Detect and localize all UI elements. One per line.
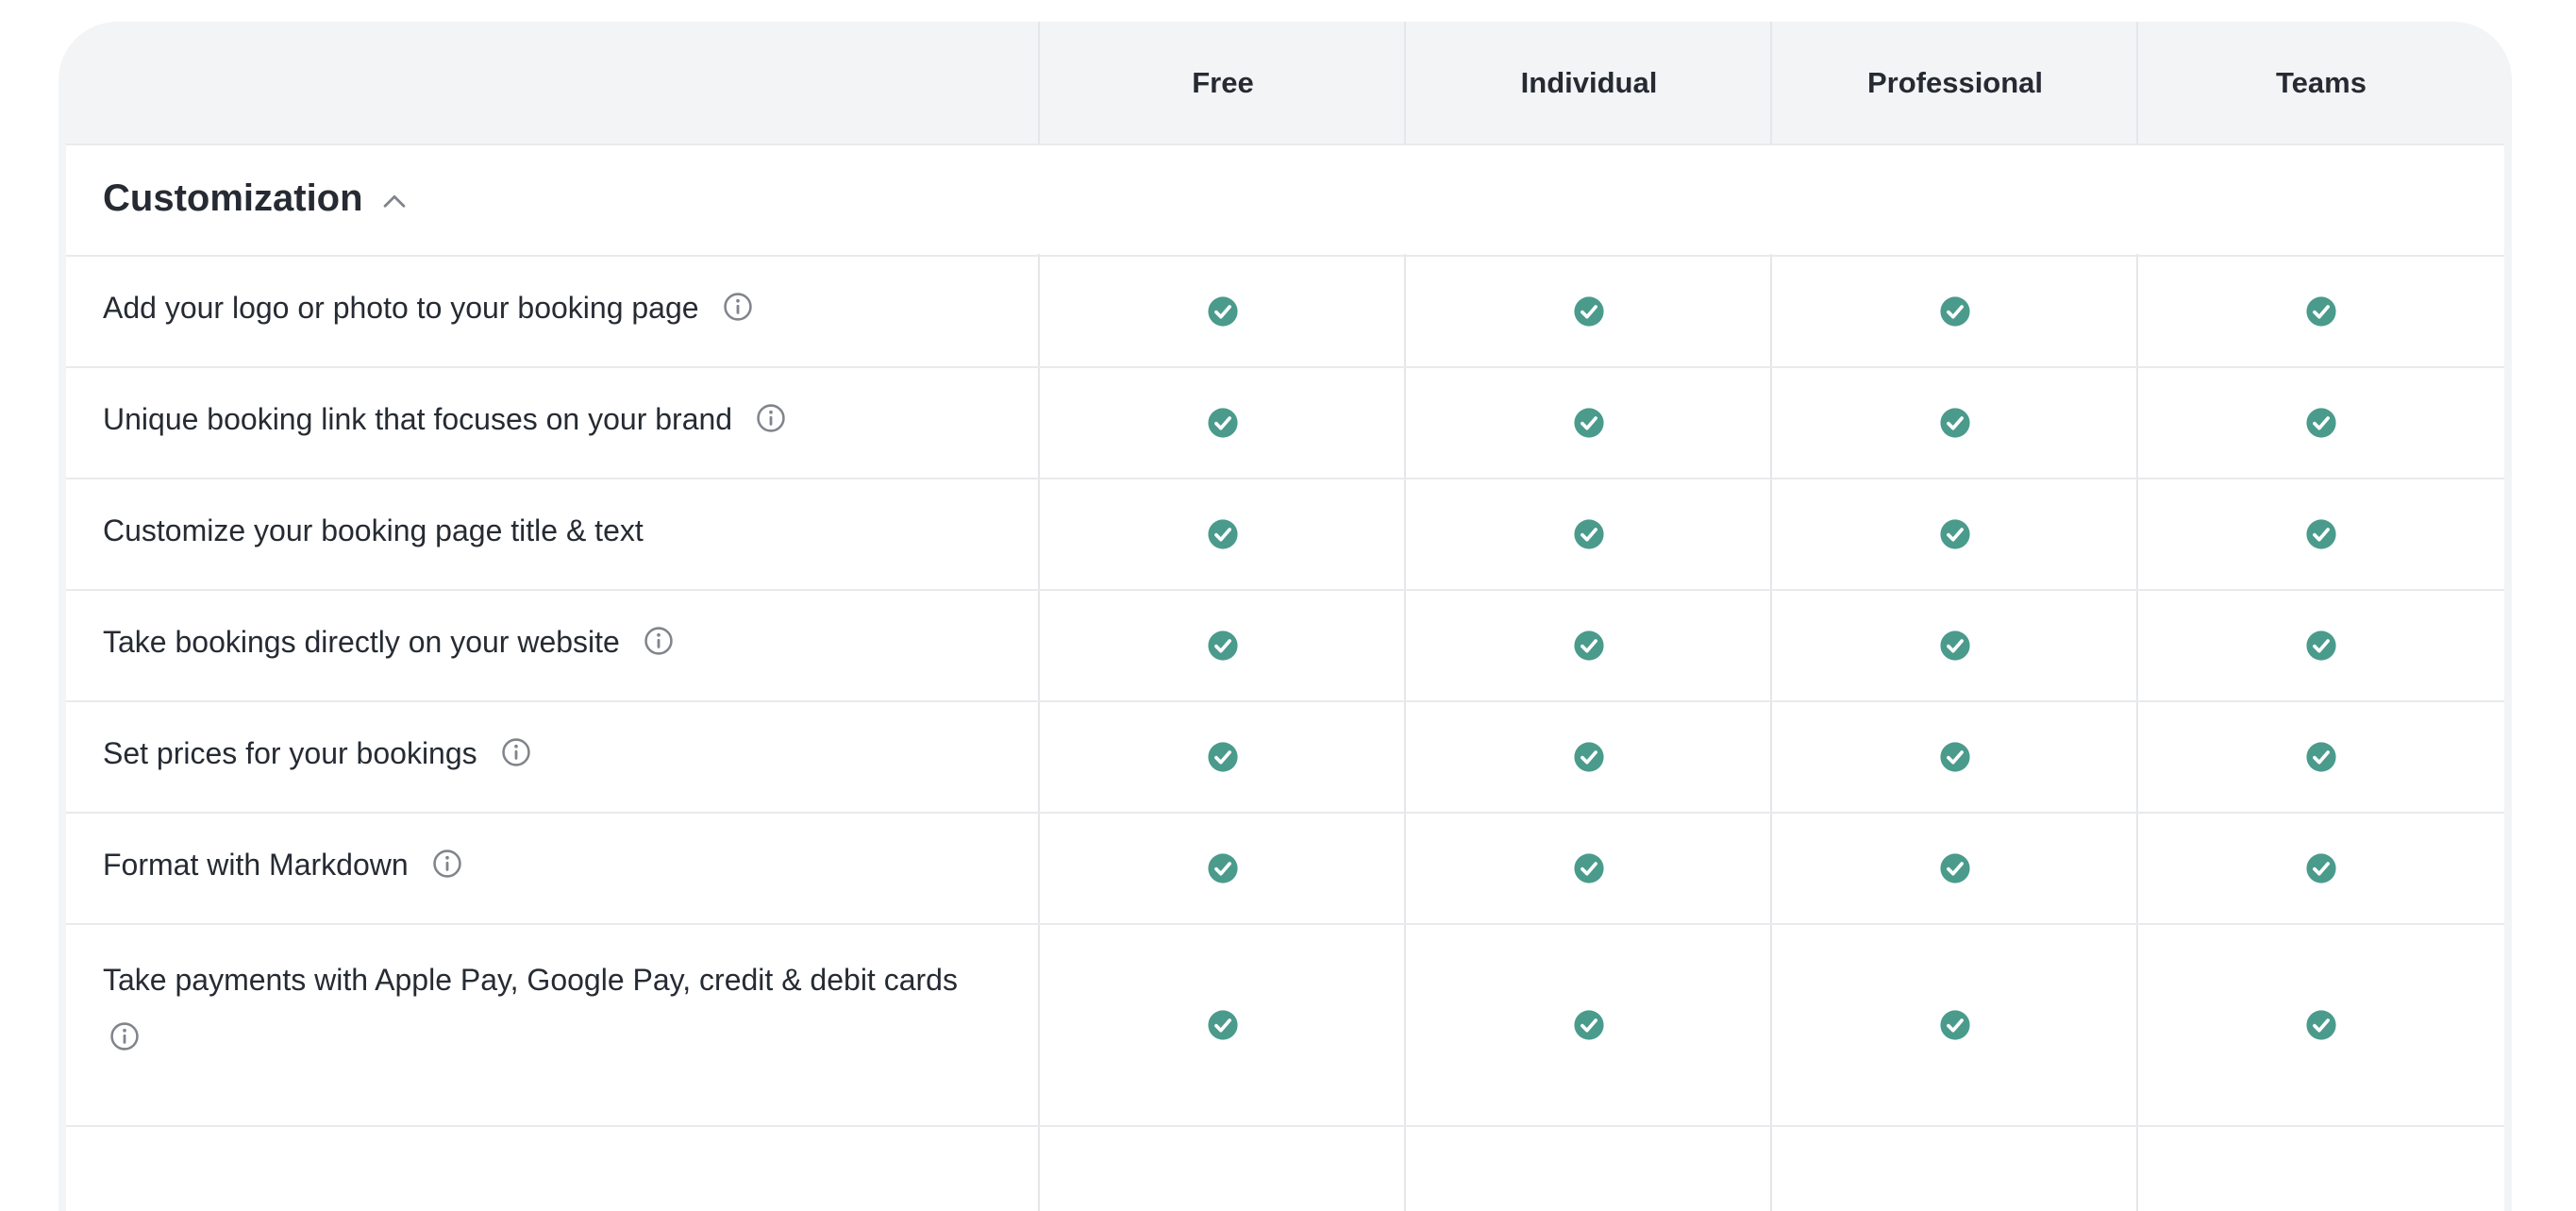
column-header-professional: Professional <box>1866 66 2044 99</box>
check-circle-icon <box>1207 295 1239 328</box>
feature-label-text: Set prices for your bookings <box>103 736 477 770</box>
check-circle-icon <box>1939 630 1971 662</box>
check-circle-icon <box>1207 852 1239 884</box>
check-circle-icon <box>2305 518 2337 550</box>
feature-label-text: Unique booking link that focuses on your… <box>103 402 733 436</box>
pricing-comparison-table: Free Individual Professional Teams Add y… <box>59 22 2512 1211</box>
check-circle-icon <box>1573 1009 1605 1041</box>
feature-label: Set prices for your bookings <box>103 731 532 776</box>
feature-label: Take bookings directly on your website <box>103 619 675 664</box>
section-title: Customization <box>103 177 363 219</box>
check-circle-icon <box>1939 407 1971 439</box>
check-circle-icon <box>1207 630 1239 662</box>
check-circle-icon <box>2305 852 2337 884</box>
check-circle-icon <box>1573 630 1605 662</box>
feature-label: Add your logo or photo to your booking p… <box>103 285 754 330</box>
column-header-free: Free <box>1192 66 1254 99</box>
check-circle-icon <box>2305 630 2337 662</box>
check-circle-icon <box>1207 1009 1239 1041</box>
feature-label: Take payments with Apple Pay, Google Pay… <box>103 957 971 1055</box>
check-circle-icon <box>1939 518 1971 550</box>
check-circle-icon <box>1573 852 1605 884</box>
feature-label-text: Add your logo or photo to your booking p… <box>103 291 699 325</box>
check-circle-icon <box>2305 407 2337 439</box>
info-icon[interactable] <box>643 624 675 656</box>
check-circle-icon <box>1207 518 1239 550</box>
table-row: Take payments with Apple Pay, Google Pay… <box>59 924 2512 1126</box>
info-icon[interactable] <box>722 290 754 322</box>
feature-label: Customize your booking page title & text <box>103 508 644 553</box>
check-circle-icon <box>1573 741 1605 773</box>
table-header: Free Individual Professional Teams <box>59 22 2512 144</box>
section-header-customization[interactable]: Customization <box>103 161 410 235</box>
check-circle-icon <box>1939 741 1971 773</box>
table-row: Format with Markdown <box>59 813 2512 924</box>
table-row: Customize your booking page title & text <box>59 479 2512 590</box>
info-icon[interactable] <box>109 1019 141 1051</box>
check-circle-icon <box>1573 407 1605 439</box>
check-circle-icon <box>1939 295 1971 328</box>
check-circle-icon <box>1573 295 1605 328</box>
check-circle-icon <box>1207 741 1239 773</box>
check-circle-icon <box>2305 1009 2337 1041</box>
info-icon[interactable] <box>431 847 463 879</box>
column-header-individual: Individual <box>1520 66 1658 99</box>
info-icon[interactable] <box>755 401 787 433</box>
table-row: Add your logo or photo to your booking p… <box>59 256 2512 367</box>
feature-label: Format with Markdown <box>103 842 463 887</box>
chevron-up-icon[interactable] <box>378 186 410 218</box>
check-circle-icon <box>1573 518 1605 550</box>
feature-label-text: Take bookings directly on your website <box>103 625 620 659</box>
table-row: Unique booking link that focuses on your… <box>59 367 2512 479</box>
table-row: Take bookings directly on your website <box>59 590 2512 701</box>
feature-label-text: Take payments with Apple Pay, Google Pay… <box>103 963 958 997</box>
feature-label: Unique booking link that focuses on your… <box>103 396 787 442</box>
check-circle-icon <box>2305 295 2337 328</box>
feature-label-text: Customize your booking page title & text <box>103 513 644 547</box>
section-row <box>66 145 2504 254</box>
check-circle-icon <box>1207 407 1239 439</box>
check-circle-icon <box>1939 852 1971 884</box>
feature-label-text: Format with Markdown <box>103 848 409 882</box>
table-row: Set prices for your bookings <box>59 701 2512 813</box>
column-header-teams: Teams <box>2276 66 2367 99</box>
info-icon[interactable] <box>500 735 532 767</box>
check-circle-icon <box>1939 1009 1971 1041</box>
check-circle-icon <box>2305 741 2337 773</box>
